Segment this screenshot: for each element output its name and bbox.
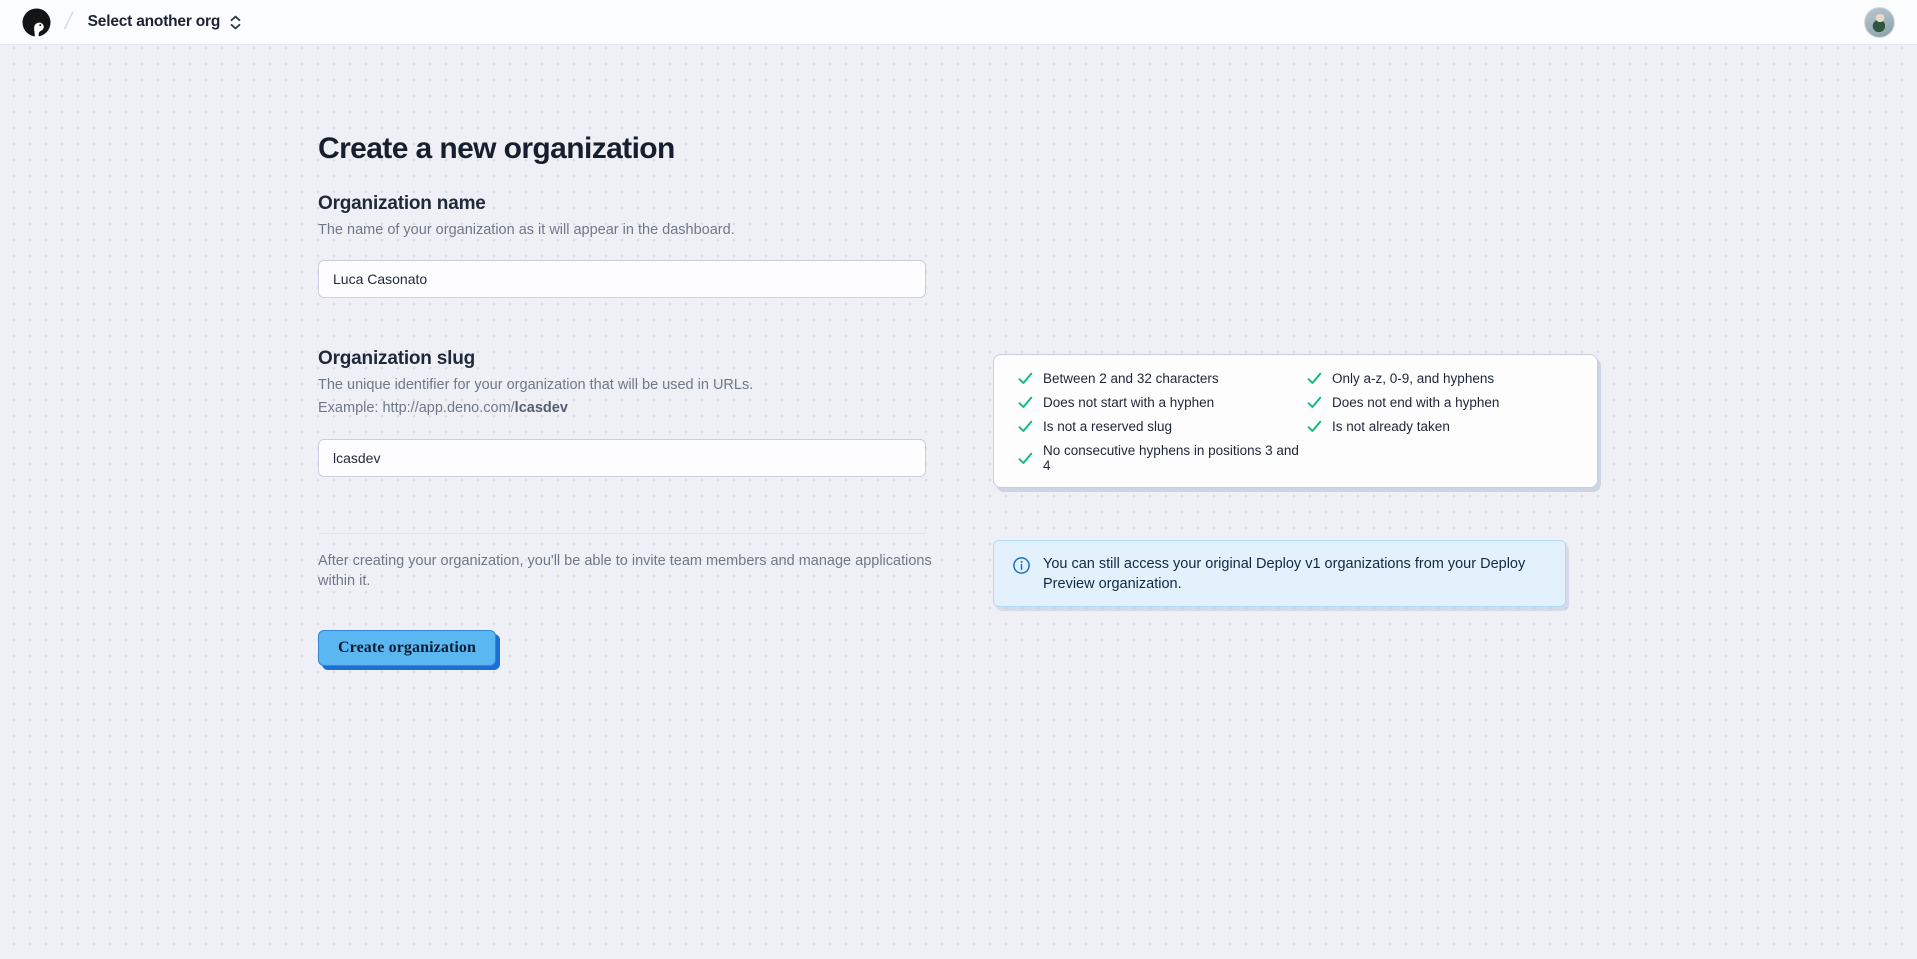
info-text: You can still access your original Deplo… xyxy=(1043,554,1547,594)
validation-rule: Between 2 and 32 characters xyxy=(1018,371,1307,386)
page-title: Create a new organization xyxy=(318,132,675,166)
org-slug-label: Organization slug xyxy=(318,348,475,370)
org-slug-example: Example: http://app.deno.com/lcasdev xyxy=(318,400,568,416)
org-slug-example-slug: lcasdev xyxy=(515,400,568,416)
validation-rule-text: Is not a reserved slug xyxy=(1043,419,1172,434)
footnote-text: After creating your organization, you'll… xyxy=(318,551,938,591)
info-icon xyxy=(1012,556,1031,594)
top-header: / Select another org xyxy=(0,0,1917,45)
check-icon xyxy=(1018,451,1033,466)
validation-rule: Does not start with a hyphen xyxy=(1018,395,1307,410)
org-slug-example-prefix: Example: http://app.deno.com/ xyxy=(318,400,515,416)
deploy-v1-info-callout: You can still access your original Deplo… xyxy=(993,540,1566,607)
validation-rule-text: Between 2 and 32 characters xyxy=(1043,371,1219,386)
org-name-input[interactable] xyxy=(318,260,926,298)
validation-rule: No consecutive hyphens in positions 3 an… xyxy=(1018,443,1307,473)
validation-rule-text: Does not end with a hyphen xyxy=(1332,395,1499,410)
deno-logo-icon[interactable] xyxy=(22,8,51,37)
create-organization-button[interactable]: Create organization xyxy=(318,630,496,666)
validation-rule-text: Does not start with a hyphen xyxy=(1043,395,1214,410)
check-icon xyxy=(1307,371,1322,386)
validation-rule: Only a-z, 0-9, and hyphens xyxy=(1307,371,1577,386)
section-divider xyxy=(318,533,926,534)
chevron-up-down-icon xyxy=(229,15,242,30)
check-icon xyxy=(1307,419,1322,434)
org-selector-label: Select another org xyxy=(88,13,221,31)
check-icon xyxy=(1018,419,1033,434)
validation-rule: Is not a reserved slug xyxy=(1018,419,1307,434)
check-icon xyxy=(1307,395,1322,410)
slug-validation-grid: Between 2 and 32 characters Does not sta… xyxy=(1018,371,1577,473)
validation-rule-text: No consecutive hyphens in positions 3 an… xyxy=(1043,443,1307,473)
breadcrumb-divider: / xyxy=(62,8,75,36)
org-selector[interactable]: Select another org xyxy=(88,13,243,31)
main-content: Create a new organization Organization n… xyxy=(0,46,1917,959)
org-name-label: Organization name xyxy=(318,193,486,215)
org-slug-description: The unique identifier for your organizat… xyxy=(318,377,753,393)
org-name-description: The name of your organization as it will… xyxy=(318,222,735,238)
user-avatar[interactable] xyxy=(1864,7,1895,38)
org-slug-input[interactable] xyxy=(318,439,926,477)
slug-validation-box: Between 2 and 32 characters Does not sta… xyxy=(993,354,1598,488)
check-icon xyxy=(1018,371,1033,386)
check-icon xyxy=(1018,395,1033,410)
validation-rule: Does not end with a hyphen xyxy=(1307,395,1577,410)
validation-rule: Is not already taken xyxy=(1307,419,1577,434)
validation-rule-text: Is not already taken xyxy=(1332,419,1450,434)
validation-rule-text: Only a-z, 0-9, and hyphens xyxy=(1332,371,1494,386)
